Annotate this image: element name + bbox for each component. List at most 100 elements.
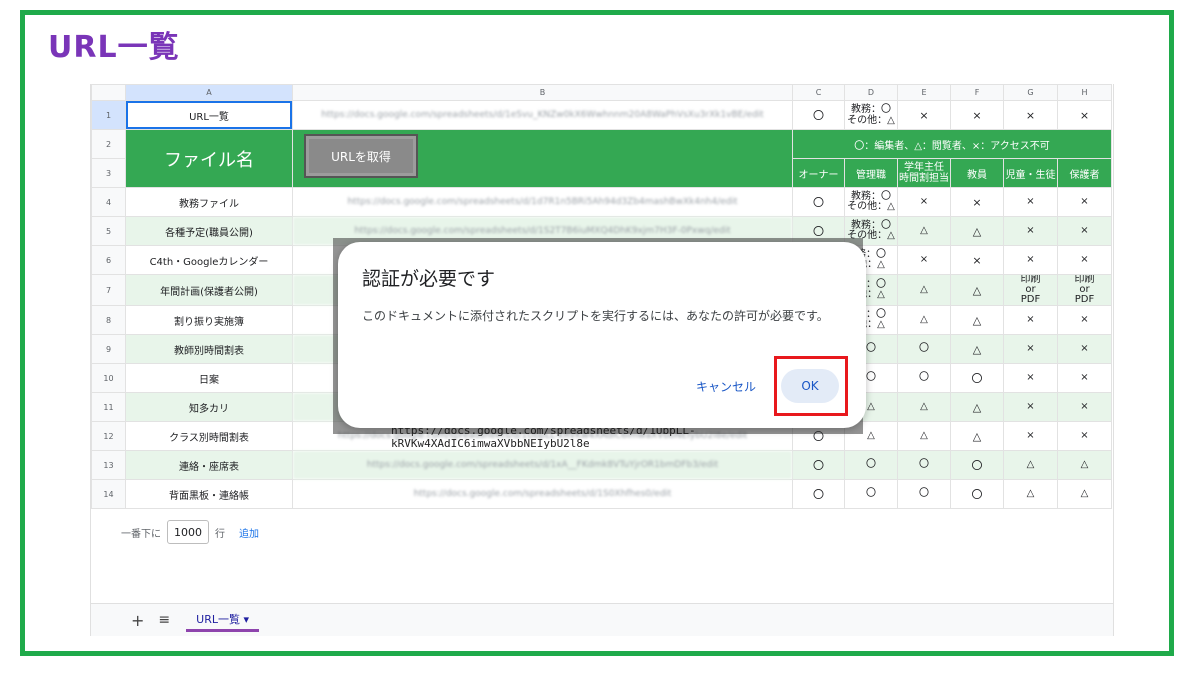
row-number[interactable]: 10 [91, 363, 126, 393]
header-management[interactable]: 管理職 [844, 158, 898, 188]
cell-grade-leader[interactable]: △ [897, 421, 951, 451]
row-number[interactable]: 12 [91, 421, 126, 451]
row-count-input[interactable]: 1000 [167, 520, 209, 544]
cell-teacher[interactable]: × [950, 245, 1004, 275]
cell-teacher[interactable]: △ [950, 216, 1004, 246]
cell-c1[interactable]: 〇 [792, 100, 845, 130]
row-number[interactable]: 14 [91, 479, 126, 509]
cell-student[interactable]: × [1003, 363, 1058, 393]
cell-teacher[interactable]: △ [950, 305, 1004, 335]
cell-guardian[interactable]: × [1057, 334, 1112, 364]
cell-owner[interactable]: 〇 [792, 479, 845, 509]
cell-owner[interactable]: 〇 [792, 187, 845, 217]
corner-cell[interactable] [91, 84, 126, 101]
cell-owner[interactable]: 〇 [792, 450, 845, 480]
file-name-header[interactable]: ファイル名 [125, 129, 293, 188]
row-number[interactable]: 7 [91, 274, 126, 306]
row-number[interactable]: 1 [91, 100, 126, 130]
cell-grade-leader[interactable]: 〇 [897, 450, 951, 480]
column-header-a[interactable]: A [125, 84, 293, 101]
cell-teacher[interactable]: △ [950, 392, 1004, 422]
cell-grade-leader[interactable]: △ [897, 274, 951, 306]
cell-guardian[interactable]: 印刷 or PDF [1057, 274, 1112, 306]
header-student[interactable]: 児童・生徒 [1003, 158, 1058, 188]
row-number[interactable]: 4 [91, 187, 126, 217]
column-header-h[interactable]: H [1057, 84, 1112, 101]
cell-file-name[interactable]: 背面黒板・連絡帳 [125, 479, 293, 509]
cell-grade-leader[interactable]: × [897, 187, 951, 217]
cell-url[interactable]: https://docs.google.com/spreadsheets/d/1… [292, 479, 793, 509]
cell-grade-leader[interactable]: 〇 [897, 363, 951, 393]
cell-grade-leader[interactable]: × [897, 245, 951, 275]
column-header-d[interactable]: D [844, 84, 898, 101]
cell-management[interactable]: 〇 [844, 450, 898, 480]
cell-teacher[interactable]: 〇 [950, 450, 1004, 480]
cell-guardian[interactable]: × [1057, 216, 1112, 246]
row-number[interactable]: 13 [91, 450, 126, 480]
cell-teacher[interactable]: △ [950, 334, 1004, 364]
cell-teacher[interactable]: △ [950, 421, 1004, 451]
cell-grade-leader[interactable]: 〇 [897, 334, 951, 364]
cell-student[interactable]: 印刷 or PDF [1003, 274, 1058, 306]
cell-file-name[interactable]: C4th・Googleカレンダー [125, 245, 293, 275]
cell-guardian[interactable]: × [1057, 421, 1112, 451]
cell-teacher[interactable]: 〇 [950, 479, 1004, 509]
cancel-button[interactable]: キャンセル [696, 378, 756, 395]
row-number[interactable]: 2 [91, 129, 126, 159]
cell-a1[interactable]: URL一覧 [125, 100, 293, 130]
cell-student[interactable]: × [1003, 245, 1058, 275]
column-header-f[interactable]: F [950, 84, 1004, 101]
cell-student[interactable]: △ [1003, 450, 1058, 480]
cell-url[interactable]: https://docs.google.com/spreadsheets/d/1… [292, 450, 793, 480]
cell-file-name[interactable]: 知多カリ [125, 392, 293, 422]
column-header-c[interactable]: C [792, 84, 845, 101]
column-header-g[interactable]: G [1003, 84, 1058, 101]
cell-grade-leader[interactable]: △ [897, 216, 951, 246]
cell-file-name[interactable]: 各種予定(職員公開) [125, 216, 293, 246]
header-teacher[interactable]: 教員 [950, 158, 1004, 188]
cell-file-name[interactable]: 日案 [125, 363, 293, 393]
header-owner[interactable]: オーナー [792, 158, 845, 188]
cell-d1[interactable]: 教務：〇 その他：△ [844, 100, 898, 130]
cell-teacher[interactable]: × [950, 187, 1004, 217]
column-header-b[interactable]: B [292, 84, 793, 101]
get-url-button[interactable]: URLを取得 [304, 134, 418, 178]
cell-grade-leader[interactable]: △ [897, 305, 951, 335]
cell-student[interactable]: × [1003, 216, 1058, 246]
cell-grade-leader[interactable]: 〇 [897, 479, 951, 509]
cell-management[interactable]: 〇 [844, 479, 898, 509]
row-number[interactable]: 8 [91, 305, 126, 335]
cell-url[interactable]: https://docs.google.com/spreadsheets/d/1… [292, 187, 793, 217]
cell-guardian[interactable]: × [1057, 392, 1112, 422]
header-guardian[interactable]: 保護者 [1057, 158, 1112, 188]
column-header-e[interactable]: E [897, 84, 951, 101]
add-sheet-icon[interactable]: + [131, 611, 144, 630]
permission-legend[interactable]: 〇：編集者、△：閲覧者、×：アクセス不可 [792, 129, 1112, 159]
cell-guardian[interactable]: △ [1057, 450, 1112, 480]
row-number[interactable]: 5 [91, 216, 126, 246]
cell-file-name[interactable]: 連絡・座席表 [125, 450, 293, 480]
cell-student[interactable]: × [1003, 334, 1058, 364]
cell-guardian[interactable]: × [1057, 305, 1112, 335]
cell-management[interactable]: 教務：〇 その他：△ [844, 187, 898, 217]
all-sheets-menu-icon[interactable]: ≡ [158, 612, 170, 628]
cell-file-name[interactable]: 割り振り実施簿 [125, 305, 293, 335]
cell-student[interactable]: × [1003, 392, 1058, 422]
cell-student[interactable]: × [1003, 187, 1058, 217]
row-number[interactable]: 6 [91, 245, 126, 275]
cell-file-name[interactable]: 年間計画(保護者公開) [125, 274, 293, 306]
cell-teacher[interactable]: 〇 [950, 363, 1004, 393]
cell-file-name[interactable]: 教師別時間割表 [125, 334, 293, 364]
cell-g1[interactable]: × [1003, 100, 1058, 130]
cell-student[interactable]: × [1003, 421, 1058, 451]
row-number[interactable]: 9 [91, 334, 126, 364]
sheet-tab-url-list[interactable]: URL一覧 ▾ [186, 609, 259, 632]
cell-student[interactable]: × [1003, 305, 1058, 335]
add-rows-button[interactable]: 追加 [239, 525, 259, 540]
cell-guardian[interactable]: × [1057, 187, 1112, 217]
cell-file-name[interactable]: クラス別時間割表 [125, 421, 293, 451]
cell-guardian[interactable]: × [1057, 245, 1112, 275]
header-grade-leader[interactable]: 学年主任 時間割担当 [897, 158, 951, 188]
cell-student[interactable]: △ [1003, 479, 1058, 509]
cell-f1[interactable]: × [950, 100, 1004, 130]
